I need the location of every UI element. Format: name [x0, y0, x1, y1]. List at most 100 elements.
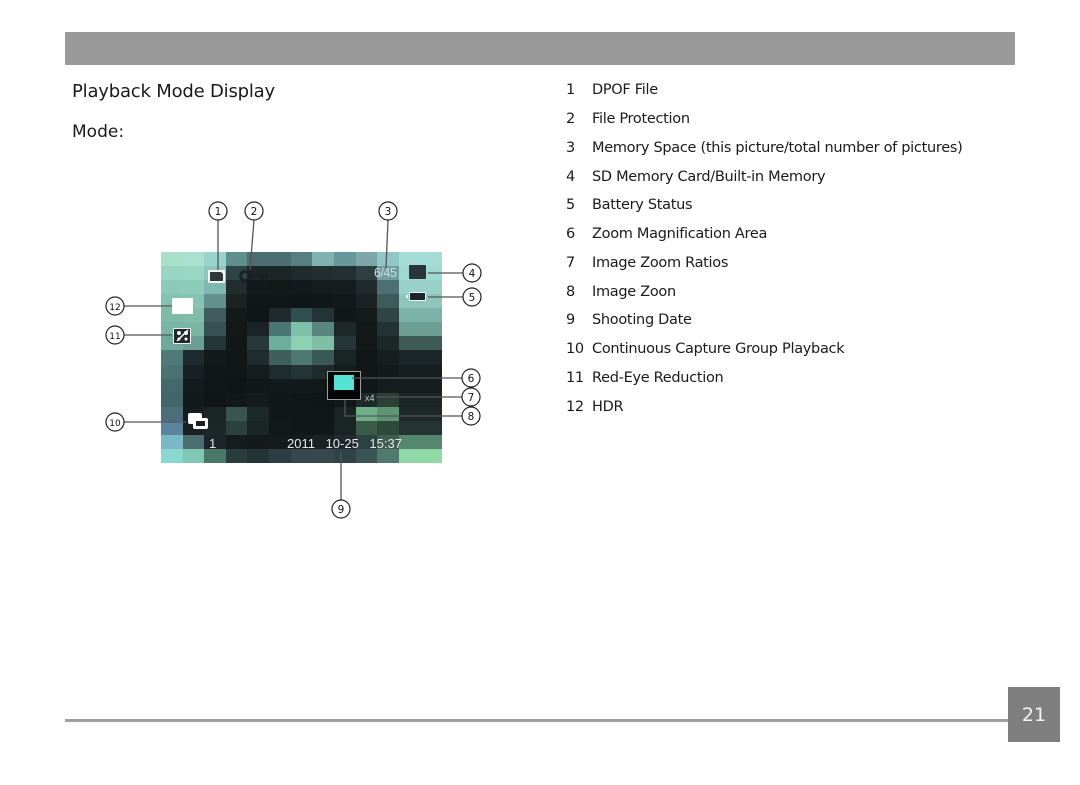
photo-pixel	[247, 364, 270, 379]
legend-number: 11	[566, 370, 584, 386]
photo-pixel	[247, 308, 270, 323]
photo-pixel	[290, 266, 313, 281]
photo-pixel	[247, 392, 270, 407]
photo-pixel	[398, 420, 421, 435]
photo-pixel	[290, 420, 313, 435]
photo-pixel	[269, 420, 291, 435]
photo-pixel	[182, 364, 205, 379]
photo-pixel	[269, 252, 291, 267]
photo-pixel	[290, 350, 313, 365]
callout-number: 7	[468, 392, 475, 404]
photo-pixel	[355, 350, 378, 365]
photo-pixel	[247, 252, 270, 267]
photo-pixel	[420, 406, 442, 421]
photo-pixel	[204, 322, 226, 337]
callout-number: 11	[109, 332, 120, 342]
photo-pixel	[204, 350, 226, 365]
legend-number: 12	[566, 399, 584, 415]
photo-pixel	[377, 406, 399, 421]
photo-pixel	[247, 434, 270, 449]
photo-pixel	[182, 434, 205, 449]
photo-pixel	[290, 294, 313, 309]
photo-pixel	[420, 364, 442, 379]
photo-pixel	[377, 448, 399, 463]
callout-circle	[462, 263, 482, 283]
photo-pixel	[204, 308, 226, 323]
photo-pixel	[225, 392, 248, 407]
photo-pixel	[290, 308, 313, 323]
photo-pixel	[420, 350, 442, 365]
photo-pixel	[269, 364, 291, 379]
callout-number: 3	[385, 206, 392, 218]
footer-rule	[65, 719, 1010, 722]
photo-pixel	[225, 448, 248, 463]
photo-pixel	[225, 336, 248, 351]
callout-circle	[105, 412, 125, 432]
photo-pixel	[182, 280, 205, 295]
dpof-icon	[208, 270, 225, 283]
legend-text: Battery Status	[592, 197, 693, 213]
photo-pixel	[225, 364, 248, 379]
photo-pixel	[161, 280, 183, 295]
photo-pixel	[377, 378, 399, 393]
photo-pixel	[420, 252, 442, 267]
photo-pixel	[161, 392, 183, 407]
photo-pixel	[398, 252, 421, 267]
photo-pixel	[420, 322, 442, 337]
photo-pixel	[247, 322, 270, 337]
legend-text: Continuous Capture Group Playback	[592, 341, 845, 357]
photo-pixel	[398, 448, 421, 463]
photo-pixel	[225, 350, 248, 365]
photo-pixel	[247, 294, 270, 309]
photo-pixel	[225, 252, 248, 267]
photo-pixel	[398, 350, 421, 365]
photo-pixel	[204, 294, 226, 309]
callout-number: 6	[468, 373, 475, 385]
photo-pixel	[182, 378, 205, 393]
photo-pixel	[247, 420, 270, 435]
legend-number: 2	[566, 111, 575, 127]
legend-text: Red-Eye Reduction	[592, 370, 724, 386]
photo-pixel	[269, 336, 291, 351]
photo-pixel	[312, 266, 334, 281]
photo-pixel	[312, 294, 334, 309]
photo-pixel	[161, 378, 183, 393]
legend-number: 8	[566, 284, 575, 300]
photo-pixel	[290, 406, 313, 421]
callout-circle	[105, 296, 125, 316]
photo-pixel	[355, 252, 378, 267]
zoom-navigation-frame	[327, 371, 361, 400]
legend-text: Memory Space (this picture/total number …	[592, 140, 963, 156]
legend-number: 5	[566, 197, 575, 213]
header-bar	[65, 32, 1015, 65]
photo-pixel	[269, 406, 291, 421]
photo-pixel	[290, 280, 313, 295]
photo-pixel	[161, 266, 183, 281]
photo-pixel	[420, 448, 442, 463]
photo-pixel	[225, 280, 248, 295]
callout-circle	[105, 325, 125, 345]
photo-pixel	[204, 252, 226, 267]
callout-circle	[461, 387, 481, 407]
photo-pixel	[355, 448, 378, 463]
photo-pixel	[420, 434, 442, 449]
photo-pixel	[377, 364, 399, 379]
photo-pixel	[377, 420, 399, 435]
photo-pixel	[312, 350, 334, 365]
photo-pixel	[312, 322, 334, 337]
legend-text: Zoom Magnification Area	[592, 226, 768, 242]
photo-pixel	[398, 434, 421, 449]
photo-pixel	[269, 308, 291, 323]
photo-pixel	[225, 434, 248, 449]
file-number: 1	[209, 436, 217, 451]
photo-pixel	[182, 266, 205, 281]
photo-pixel	[312, 308, 334, 323]
callout-circle	[461, 406, 481, 426]
photo-pixel	[161, 434, 183, 449]
hdr-icon	[172, 298, 193, 314]
photo-pixel	[333, 406, 356, 421]
callout-circle	[244, 201, 264, 221]
legend-text: Shooting Date	[592, 312, 692, 328]
photo-pixel	[355, 406, 378, 421]
photo-pixel	[269, 322, 291, 337]
